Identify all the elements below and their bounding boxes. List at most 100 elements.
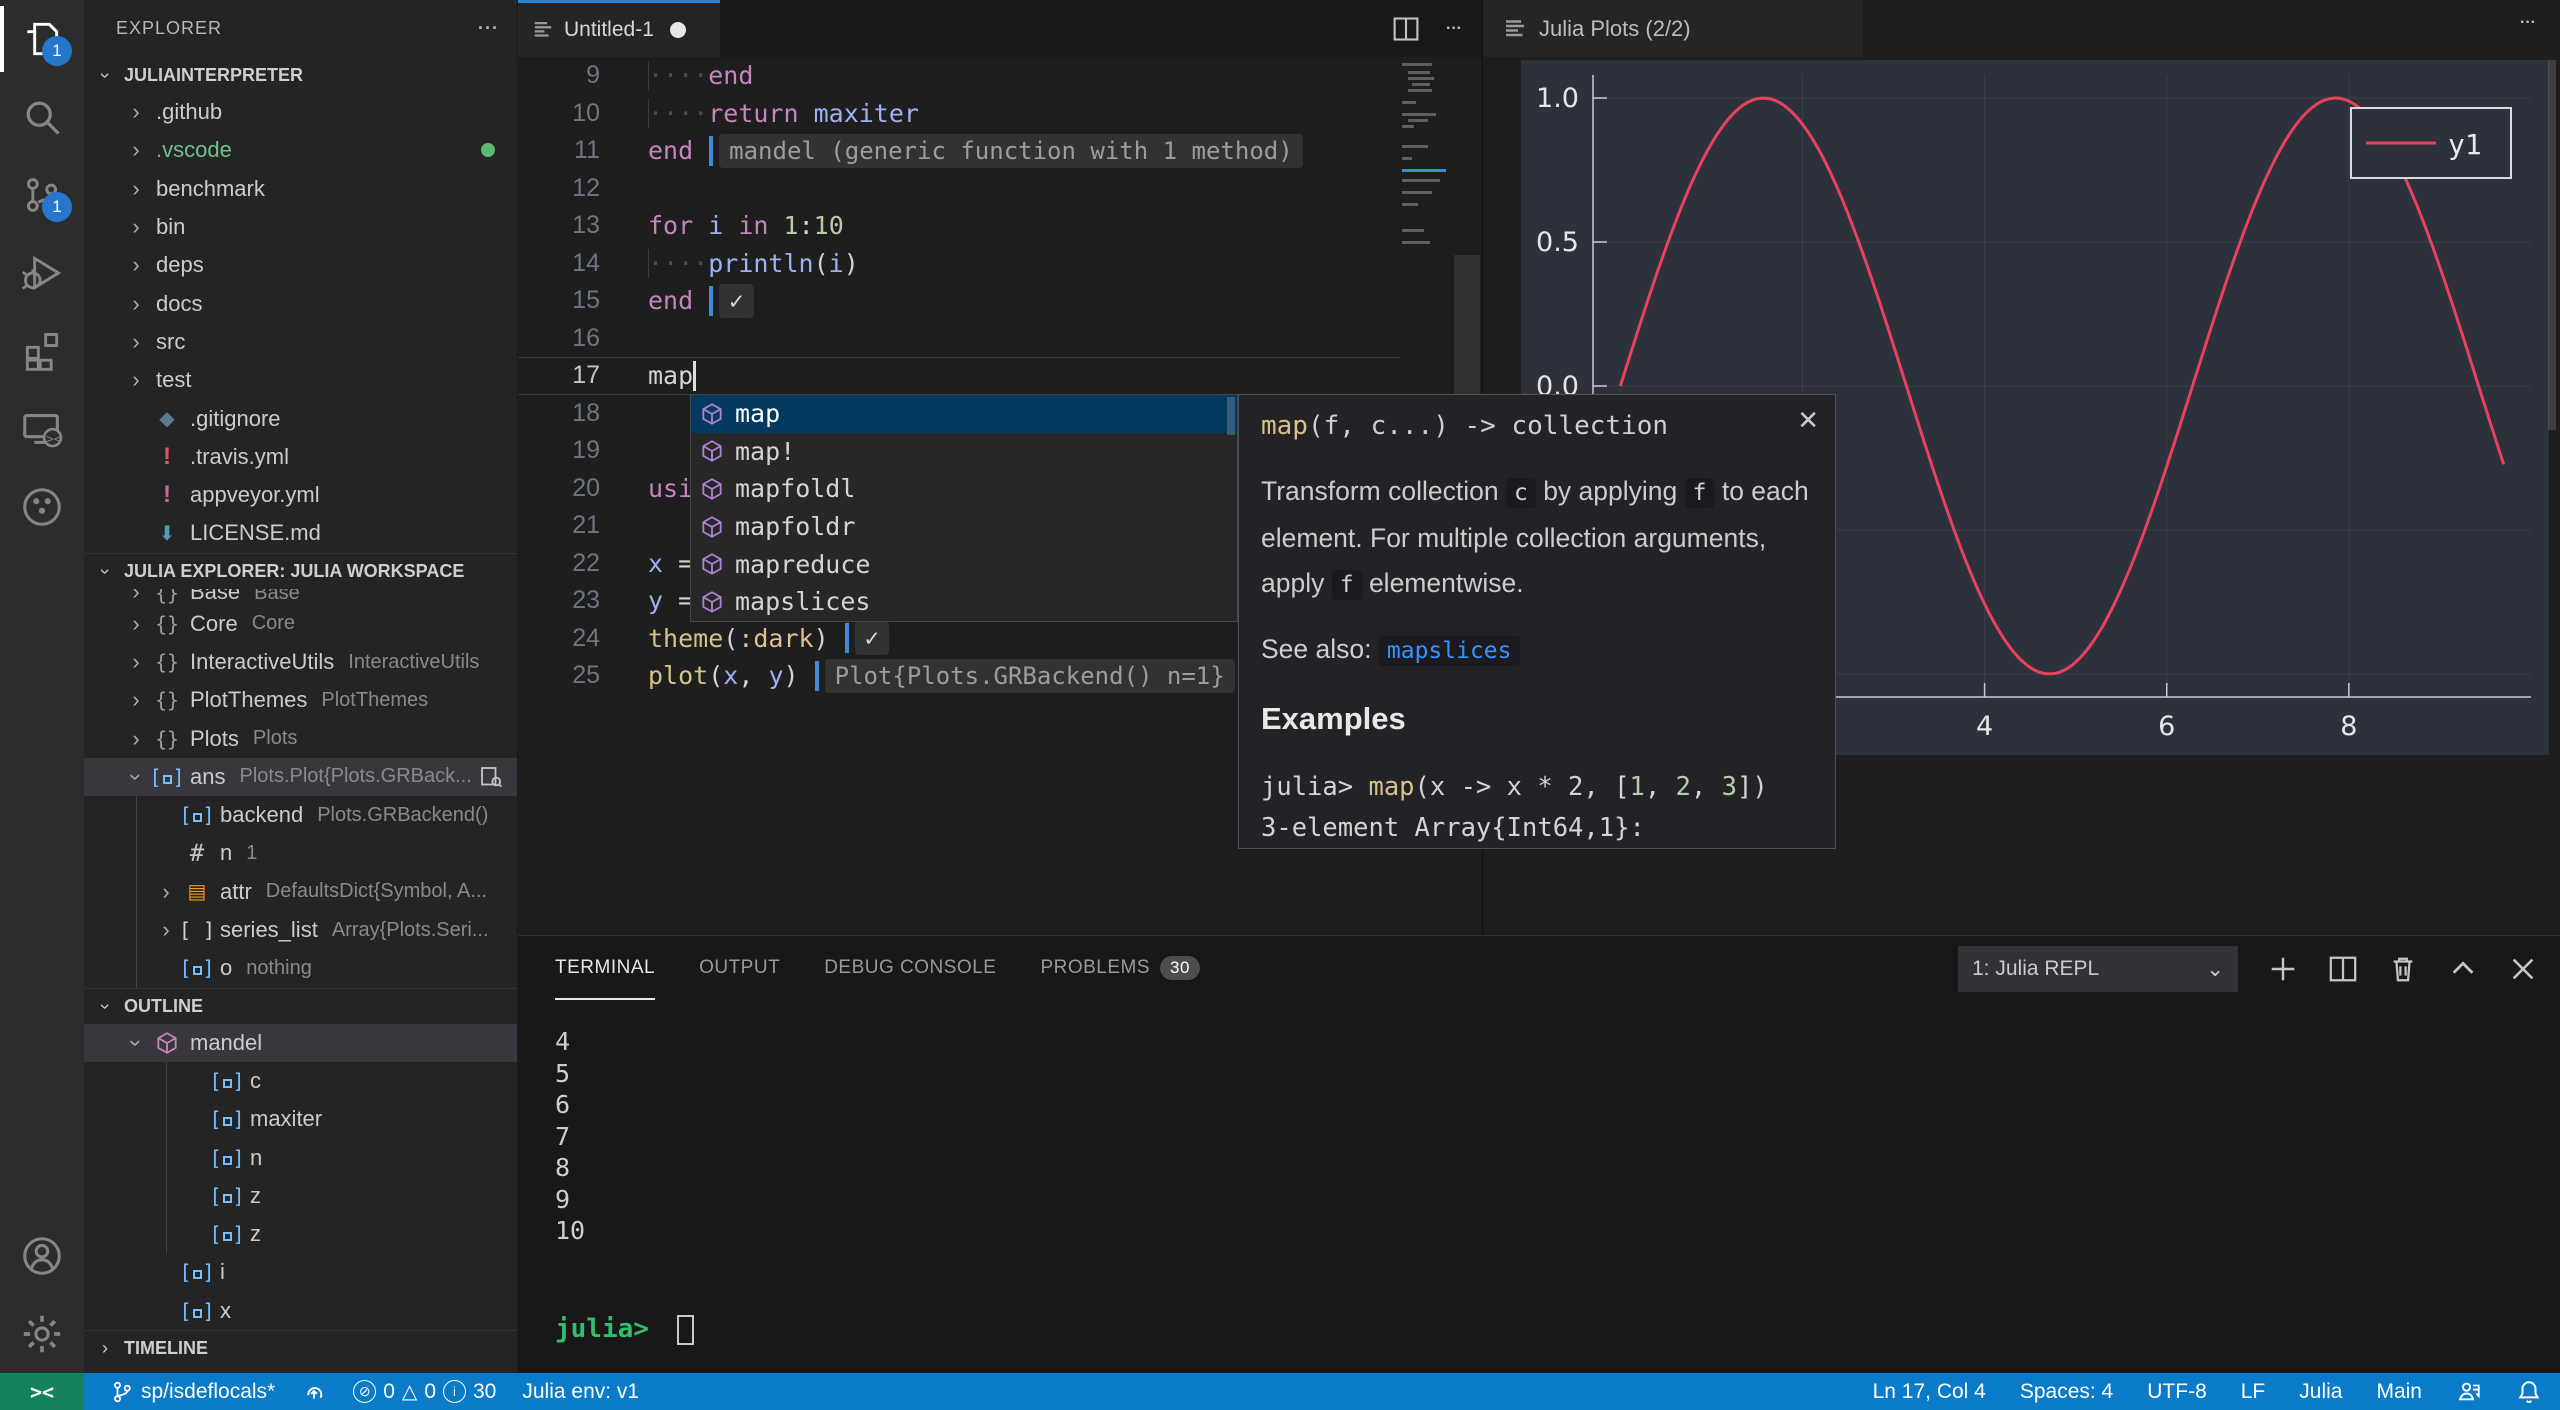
section-header-timeline[interactable]: › TIMELINE [84,1329,517,1366]
chevron-right-icon[interactable]: › [122,176,150,202]
chevron-right-icon[interactable]: › [122,252,150,278]
outline-item-i[interactable]: [] i [84,1253,517,1291]
workspace-item-n[interactable]: # n 1 [84,834,517,873]
minimap[interactable] [1402,61,1448,321]
run-debug-activity-button[interactable] [0,234,84,312]
panel-tab-output[interactable]: OUTPUT [699,936,780,1000]
outline-item-x[interactable]: [] x [84,1292,517,1330]
chevron-down-icon[interactable]: › [123,763,149,791]
suggest-scrollbar[interactable] [1227,397,1235,435]
julia-main-item[interactable]: Main [2376,1380,2422,1404]
workspace-item-serieslist[interactable]: ›[ ] series_list Array{Plots.Seri... [84,910,517,950]
section-header-julia-workspace[interactable]: › JULIA EXPLORER: JULIA WORKSPACE [84,552,517,589]
workspace-item-ans[interactable]: ›[] ans Plots.Plot{Plots.GRBack... [84,757,517,797]
settings-button[interactable] [0,1295,84,1373]
chevron-right-icon[interactable]: › [122,99,150,125]
section-header-outline[interactable]: › OUTLINE [84,987,517,1024]
panel-tab-debug-console[interactable]: DEBUG CONSOLE [824,936,996,1000]
file-item-travisyml[interactable]: ! .travis.yml [84,438,517,476]
language-mode-item[interactable]: Julia [2299,1380,2342,1404]
julia-activity-button[interactable] [0,468,84,546]
git-branch-item[interactable]: sp/isdeflocals* [110,1380,275,1404]
file-item-test[interactable]: › test [84,361,517,399]
panel-tab-problems[interactable]: PROBLEMS 30 [1040,936,1200,1000]
chevron-right-icon[interactable]: › [122,589,150,605]
chevron-right-icon[interactable]: › [122,214,150,240]
plot-panel-more-icon[interactable]: ··· [2520,14,2536,32]
file-item-gitignore[interactable]: ◆ .gitignore [84,399,517,437]
tab-untitled-1[interactable]: Untitled-1 [518,0,720,57]
cursor-position-item[interactable]: Ln 17, Col 4 [1873,1380,1986,1404]
remote-explorer-activity-button[interactable]: >< [0,390,84,468]
workspace-item-plotthemes[interactable]: ›{} PlotThemes PlotThemes [84,681,517,719]
suggest-item-mapreduce[interactable]: mapreduce [691,545,1237,583]
file-item-bin[interactable]: › bin [84,208,517,246]
plot-panel-scrollbar[interactable] [2548,60,2556,430]
chevron-right-icon[interactable]: › [152,879,180,905]
chevron-down-icon[interactable]: › [123,1029,149,1057]
workspace-item-backend[interactable]: [] backend Plots.GRBackend() [84,796,517,835]
julia-plots-tab[interactable]: Julia Plots (2/2) [1483,0,1863,57]
indentation-item[interactable]: Spaces: 4 [2020,1380,2113,1404]
suggest-item-map[interactable]: map [691,395,1237,433]
suggest-item-map[interactable]: map! [691,433,1237,471]
outline-item-mandel[interactable]: › mandel [84,1023,517,1062]
split-editor-icon[interactable] [1392,15,1420,43]
suggest-item-mapslices[interactable]: mapslices [691,583,1237,621]
account-button[interactable] [0,1217,84,1295]
kill-terminal-icon[interactable] [2388,954,2418,984]
editor-more-icon[interactable]: ··· [1446,20,1462,38]
file-item-deps[interactable]: › deps [84,246,517,284]
file-item-github[interactable]: › .github [84,93,517,131]
workspace-item-core[interactable]: ›{} Core Core [84,605,517,643]
workspace-item-base[interactable]: ›{} Base Base [84,589,517,605]
workspace-item-plots[interactable]: ›{} Plots Plots [84,719,517,757]
close-panel-icon[interactable] [2508,954,2538,984]
outline-item-n[interactable]: [] n [84,1138,517,1177]
maximize-panel-icon[interactable] [2448,954,2478,984]
suggest-item-mapfoldl[interactable]: mapfoldl [691,470,1237,508]
source-control-activity-button[interactable]: 1 [0,156,84,234]
mapslices-link[interactable]: mapslices [1378,636,1520,666]
feedback-item[interactable] [2456,1379,2482,1405]
explorer-more-icon[interactable]: ··· [478,18,499,39]
editor-scrollbar[interactable] [1454,255,1480,405]
problems-item[interactable]: ⊘ 0 △ 0 i 30 [353,1379,496,1404]
chevron-right-icon[interactable]: › [122,687,150,713]
eol-item[interactable]: LF [2241,1380,2266,1404]
file-item-docs[interactable]: › docs [84,284,517,322]
close-icon[interactable]: ✕ [1797,405,1819,436]
open-preview-icon[interactable] [479,765,503,795]
panel-tab-terminal[interactable]: TERMINAL [555,936,655,1000]
suggest-item-mapfoldr[interactable]: mapfoldr [691,508,1237,546]
julia-env-item[interactable]: Julia env: v1 [522,1380,639,1404]
split-terminal-icon[interactable] [2328,954,2358,984]
workspace-item-interactiveutils[interactable]: ›{} InteractiveUtils InteractiveUtils [84,643,517,681]
section-header-juliainterpreter[interactable]: › JULIAINTERPRETER [84,57,517,93]
chevron-right-icon[interactable]: › [122,291,150,317]
workspace-item-o[interactable]: [] o nothing [84,949,517,988]
chevron-right-icon[interactable]: › [122,329,150,355]
chevron-right-icon[interactable]: › [152,917,180,943]
chevron-right-icon[interactable]: › [122,137,150,163]
notifications-item[interactable] [2516,1379,2542,1405]
chevron-right-icon[interactable]: › [122,726,150,752]
chevron-right-icon[interactable]: › [122,611,150,637]
terminal-selector[interactable]: 1: Julia REPL ⌄ [1958,946,2238,992]
remote-indicator[interactable]: >< [0,1373,84,1410]
workspace-item-attr[interactable]: › ▤ attr DefaultsDict{Symbol, A... [84,872,517,911]
file-item-licensemd[interactable]: ⬇ LICENSE.md [84,514,517,552]
explorer-activity-button[interactable]: 1 [0,0,84,78]
file-item-appveyoryml[interactable]: ! appveyor.yml [84,476,517,514]
file-item-vscode[interactable]: › .vscode [84,131,517,169]
outline-item-maxiter[interactable]: [] maxiter [84,1100,517,1139]
terminal-output[interactable]: 4 5 6 7 8 9 10 [518,1000,2560,1247]
encoding-item[interactable]: UTF-8 [2147,1380,2207,1404]
outline-item-c[interactable]: [] c [84,1061,517,1101]
search-activity-button[interactable] [0,78,84,156]
file-item-src[interactable]: › src [84,323,517,361]
outline-item-z[interactable]: [] z [84,1176,517,1216]
modified-dot-icon[interactable] [669,22,686,38]
sync-item[interactable] [301,1379,327,1405]
chevron-right-icon[interactable]: › [122,367,150,393]
